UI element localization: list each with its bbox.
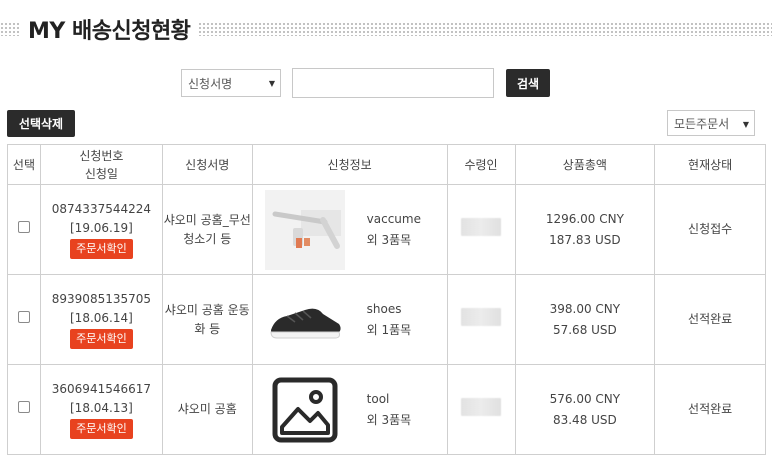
page-title: MY 배송신청현황 <box>28 19 191 44</box>
form-name: 샤오미 공홈 운동화 등 <box>161 274 253 365</box>
item-count: 외 3품목 <box>366 412 412 427</box>
order-check-button[interactable]: 주문서확인 <box>70 329 133 349</box>
row-checkbox[interactable] <box>17 311 30 323</box>
request-info-cell: shoes 외 1품목 <box>251 274 448 365</box>
row-checkbox-cell <box>7 364 41 455</box>
status: 신청접수 <box>654 184 766 275</box>
amount-usd: 83.48 USD <box>552 412 617 427</box>
request-date: [18.06.14] <box>70 311 133 325</box>
header-receiver: 수령인 <box>446 144 516 185</box>
status: 선적완료 <box>654 274 766 365</box>
search-field-select[interactable]: 신청서명 ▼ <box>181 69 281 97</box>
request-number: 8939085135705 <box>51 292 152 306</box>
request-number: 0874337544224 <box>51 202 152 216</box>
row-checkbox[interactable] <box>17 401 30 413</box>
amount-cny: 576.00 CNY <box>549 391 621 406</box>
table-row: 0874337544224 [19.06.19] 주문서확인 샤오미 공홈_무선… <box>7 184 766 275</box>
chevron-down-icon: ▼ <box>742 120 749 129</box>
form-name: 샤오미 공홈 <box>161 364 253 455</box>
item-name: vaccume <box>366 211 421 226</box>
request-number-cell: 0874337544224 [19.06.19] 주문서확인 <box>39 184 163 275</box>
item-name: tool <box>366 391 390 406</box>
search-button[interactable]: 검색 <box>506 69 550 97</box>
order-check-button[interactable]: 주문서확인 <box>70 239 133 259</box>
request-number-cell: 8939085135705 [18.06.14] 주문서확인 <box>39 274 163 365</box>
request-number: 3606941546617 <box>51 382 152 396</box>
row-checkbox-cell <box>7 274 41 365</box>
receiver-redacted <box>461 217 502 236</box>
header-total: 상품총액 <box>514 144 656 185</box>
amount-cny: 1296.00 CNY <box>545 211 624 226</box>
page-header: MY 배송신청현황 <box>0 12 772 46</box>
table-header-row: 선택 신청번호 신청일 신청서명 신청정보 수령인 상품총액 현재상태 <box>7 144 766 185</box>
sneaker-product-icon[interactable] <box>265 280 345 360</box>
request-number-cell: 3606941546617 [18.04.13] 주문서확인 <box>39 364 163 455</box>
receiver-cell <box>446 184 516 275</box>
header-info: 신청정보 <box>251 144 448 185</box>
item-name: shoes <box>366 301 402 316</box>
table-row: 3606941546617 [18.04.13] 주문서확인 샤오미 공홈 to… <box>7 364 766 455</box>
status: 선적완료 <box>654 364 766 455</box>
shipping-request-table: 선택 신청번호 신청일 신청서명 신청정보 수령인 상품총액 현재상태 0874… <box>7 144 766 455</box>
request-date: [18.04.13] <box>70 401 133 415</box>
header-status: 현재상태 <box>654 144 766 185</box>
image-placeholder-icon[interactable] <box>265 370 345 450</box>
amount-usd: 187.83 USD <box>549 232 621 247</box>
delete-selected-button[interactable]: 선택삭제 <box>7 110 75 137</box>
search-input[interactable] <box>292 68 494 98</box>
chevron-down-icon: ▼ <box>268 79 275 88</box>
amount-usd: 57.68 USD <box>552 322 617 337</box>
amount-cny: 398.00 CNY <box>549 301 621 316</box>
item-count: 외 3품목 <box>366 232 412 247</box>
header-number: 신청번호 <box>79 148 124 163</box>
request-info-cell: tool 외 3품목 <box>251 364 448 455</box>
table-row: 8939085135705 [18.06.14] 주문서확인 샤오미 공홈 운동… <box>7 274 766 365</box>
order-filter-select[interactable]: 모든주문서 ▼ <box>667 110 755 136</box>
form-name: 샤오미 공홈_무선청소기 등 <box>161 184 253 275</box>
row-checkbox-cell <box>7 184 41 275</box>
receiver-cell <box>446 364 516 455</box>
row-checkbox[interactable] <box>17 221 30 233</box>
vacuum-product-icon[interactable] <box>264 189 345 270</box>
receiver-cell <box>446 274 516 365</box>
search-field-select-label: 신청서명 <box>188 76 233 91</box>
header-number-date: 신청번호 신청일 <box>39 144 163 185</box>
total-amount-cell: 1296.00 CNY 187.83 USD <box>514 184 656 275</box>
title-dots-left <box>0 22 20 36</box>
title-dots-right <box>198 22 772 36</box>
header-form-name: 신청서명 <box>161 144 253 185</box>
request-date: [19.06.19] <box>70 221 133 235</box>
header-date: 신청일 <box>84 166 118 181</box>
total-amount-cell: 398.00 CNY 57.68 USD <box>514 274 656 365</box>
order-check-button[interactable]: 주문서확인 <box>70 419 133 439</box>
header-select: 선택 <box>7 144 41 185</box>
item-count: 외 1품목 <box>366 322 412 337</box>
receiver-redacted <box>461 307 502 326</box>
request-info-cell: vaccume 외 3품목 <box>251 184 448 275</box>
total-amount-cell: 576.00 CNY 83.48 USD <box>514 364 656 455</box>
receiver-redacted <box>461 397 502 416</box>
search-bar: 신청서명 ▼ 검색 <box>181 68 550 98</box>
order-filter-label: 모든주문서 <box>674 116 730 131</box>
